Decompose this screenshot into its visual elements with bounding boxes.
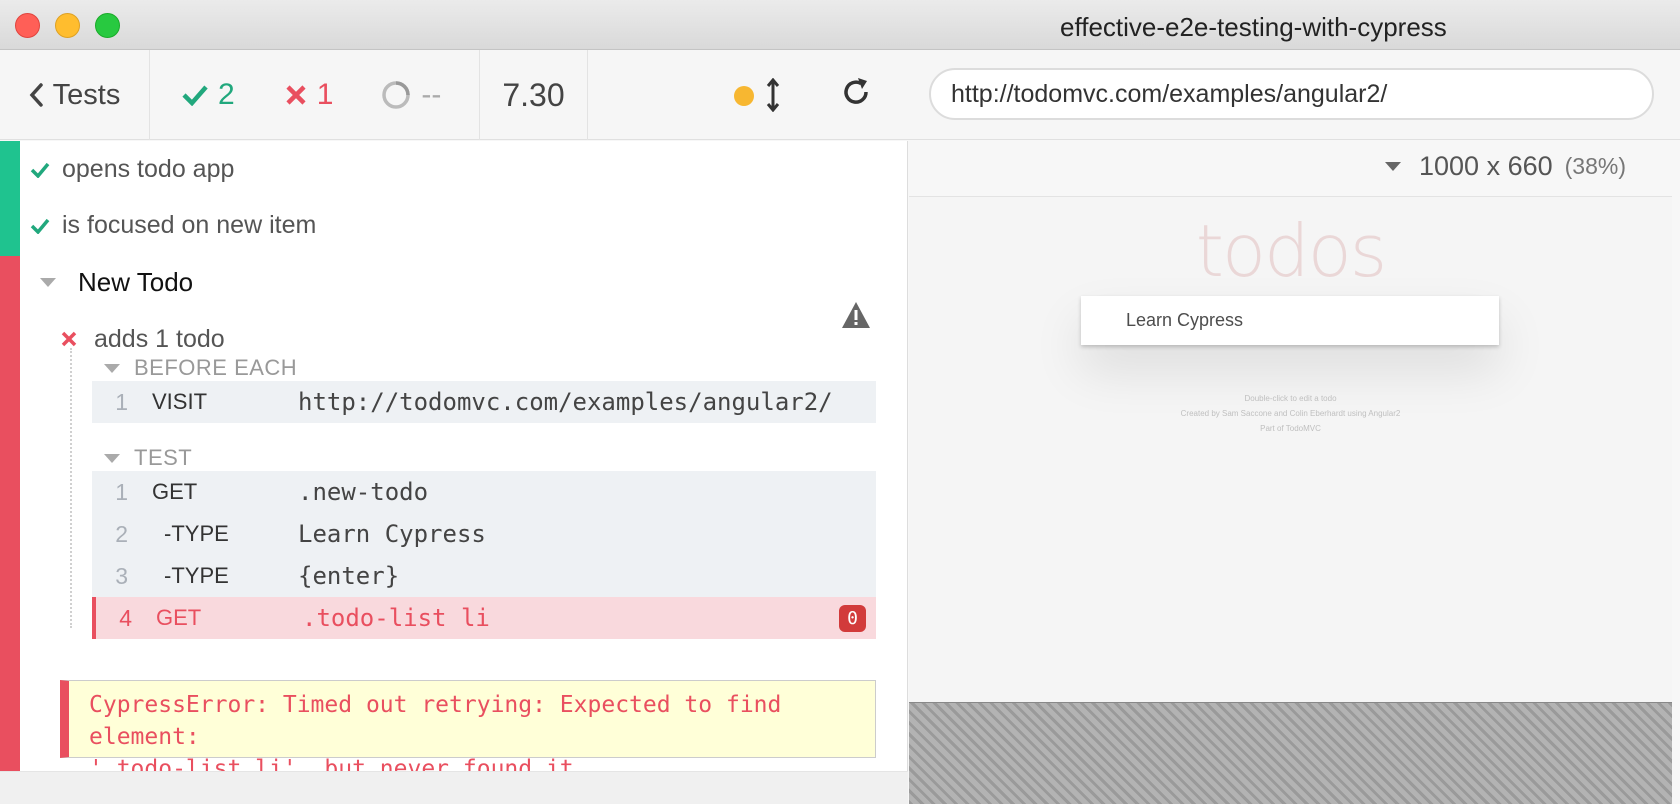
todos-heading: todos: [1195, 209, 1388, 293]
command-name: GET: [156, 605, 202, 630]
test-opens-todo-app[interactable]: opens todo app: [30, 141, 234, 198]
suite-new-todo[interactable]: New Todo: [40, 253, 193, 311]
viewport-overflow-area: [909, 702, 1672, 804]
hook-label: TEST: [134, 445, 193, 470]
error-message[interactable]: CypressError: Timed out retrying: Expect…: [60, 680, 876, 782]
command-get[interactable]: 1 GET .new-todo: [92, 471, 876, 513]
command-type[interactable]: 3 -TYPE {enter}: [92, 555, 876, 597]
pending-count: --: [421, 78, 442, 111]
command-name: VISIT: [152, 389, 208, 414]
right-edge: [1672, 141, 1680, 804]
x-icon: [286, 85, 306, 105]
footer-credits: Created by Sam Saccone and Colin Eberhar…: [1180, 409, 1401, 418]
hook-guide-line: [70, 348, 72, 628]
suite-title: New Todo: [78, 266, 194, 297]
x-icon: [61, 331, 77, 347]
test-title: opens todo app: [62, 155, 235, 183]
command-number: 4: [119, 604, 132, 631]
tests-label: Tests: [52, 78, 121, 111]
caret-down-icon: [104, 363, 120, 373]
chevron-left-icon: [29, 83, 43, 107]
command-number: 1: [115, 388, 128, 415]
error-line-1: CypressError: Timed out retrying: Expect…: [89, 692, 782, 750]
close-window-button[interactable]: [15, 13, 40, 38]
command-number: 2: [115, 520, 128, 547]
tests-back-button[interactable]: Tests: [0, 50, 150, 140]
command-type[interactable]: 2 -TYPE Learn Cypress: [92, 513, 876, 555]
test-hook-title[interactable]: TEST: [104, 441, 192, 475]
viewport-scale: (38%): [1564, 152, 1626, 179]
caret-down-icon: [104, 453, 120, 463]
command-name: GET: [152, 479, 198, 504]
command-name: -TYPE: [164, 521, 229, 546]
viewport-size: 1000 x 660: [1419, 150, 1553, 181]
caret-down-icon: [40, 277, 56, 287]
duration: 7.30: [480, 50, 588, 140]
warning-icon[interactable]: [840, 300, 872, 330]
title-bar: effective-e2e-testing-with-cypress: [0, 0, 1680, 50]
cypress-window: effective-e2e-testing-with-cypress Tests…: [0, 0, 1680, 804]
test-stats: 2 1 --: [150, 50, 480, 140]
url-bar[interactable]: http://todomvc.com/examples/angular2/: [929, 68, 1654, 120]
check-icon: [182, 85, 208, 106]
new-todo-value: Learn Cypress: [1126, 310, 1244, 330]
check-icon: [30, 162, 50, 178]
resize-icon[interactable]: [766, 78, 780, 112]
footer-instructions: Double-click to edit a todo: [1244, 394, 1337, 403]
command-message: Learn Cypress: [298, 520, 486, 548]
app-under-test-frame: todos Learn Cypress Double-click to edit…: [909, 196, 1672, 702]
failed-bar: [0, 256, 20, 771]
command-get-failed[interactable]: 4 GET .todo-list li 0: [92, 597, 876, 639]
minimize-window-button[interactable]: [55, 13, 80, 38]
command-name: -TYPE: [164, 563, 229, 588]
spinner-icon: [382, 81, 411, 109]
viewport-info[interactable]: 1000 x 660 (38%): [1385, 140, 1626, 192]
footer-part-of: Part of TodoMVC: [1260, 424, 1321, 433]
passed-bar: [0, 141, 20, 256]
check-icon: [30, 218, 50, 234]
running-indicator: [734, 86, 754, 106]
command-number: 1: [115, 478, 128, 505]
test-title: is focused on new item: [62, 211, 317, 239]
element-count-badge: 0: [839, 605, 866, 632]
failed-count: 1: [316, 78, 334, 111]
command-number: 3: [115, 562, 128, 589]
test-title: adds 1 todo: [94, 324, 225, 353]
reload-icon[interactable]: [840, 76, 872, 108]
runner-header: Tests 2 1 -- 7.30 http://todomvc.com/exa…: [0, 50, 1680, 140]
maximize-window-button[interactable]: [95, 13, 120, 38]
pending-stat: --: [381, 78, 441, 112]
before-each-hook-title[interactable]: BEFORE EACH: [104, 351, 297, 385]
command-message: http://todomvc.com/examples/angular2/: [298, 388, 833, 416]
failed-stat: 1: [285, 78, 334, 112]
hook-label: BEFORE EACH: [134, 355, 298, 380]
command-message: .todo-list li: [302, 604, 490, 632]
reporter-panel: opens todo app is focused on new item Ne…: [0, 141, 908, 804]
command-message: .new-todo: [298, 478, 429, 506]
window-title: effective-e2e-testing-with-cypress: [1060, 12, 1447, 42]
reporter-footer: [0, 771, 908, 804]
passed-stat: 2: [182, 78, 235, 112]
test-is-focused[interactable]: is focused on new item: [30, 198, 316, 253]
command-visit[interactable]: 1 VISIT http://todomvc.com/examples/angu…: [92, 381, 876, 423]
url-text: http://todomvc.com/examples/angular2/: [951, 79, 1388, 108]
caret-down-icon: [1385, 161, 1401, 171]
command-message: {enter}: [298, 562, 400, 590]
new-todo-input[interactable]: Learn Cypress: [1081, 296, 1499, 345]
passed-count: 2: [218, 78, 235, 111]
